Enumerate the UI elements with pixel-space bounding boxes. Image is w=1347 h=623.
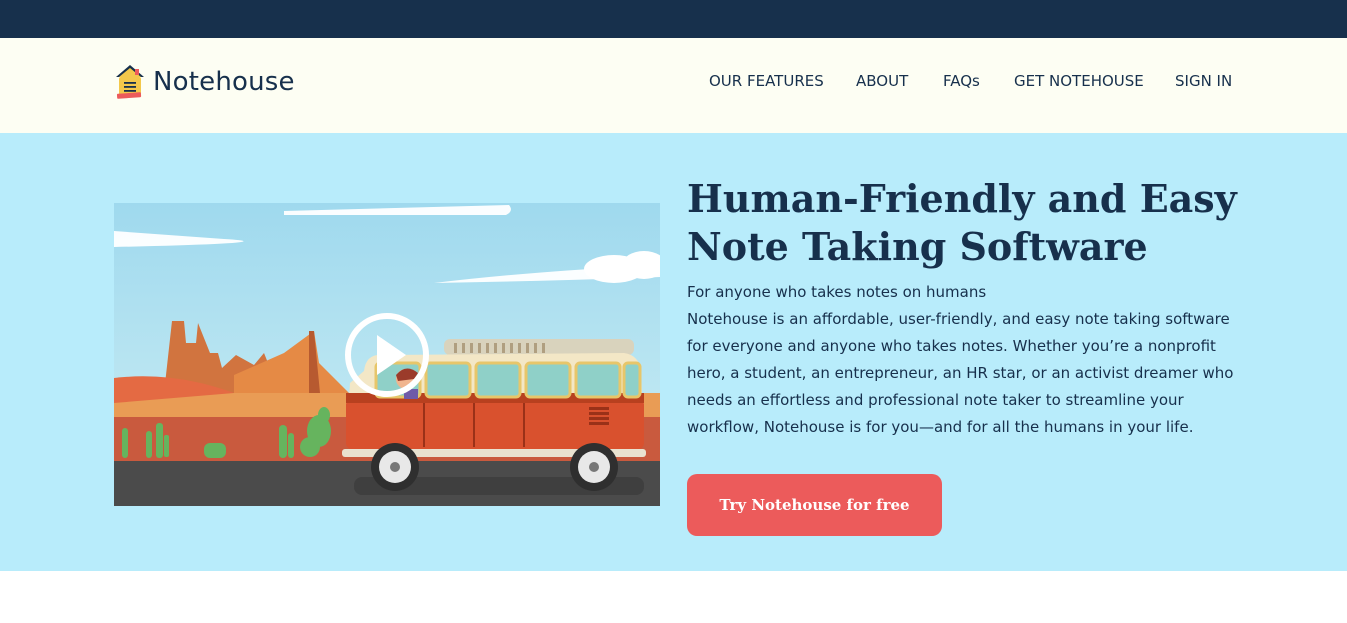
hero-video[interactable] [114,203,660,506]
hero-section: Human-Friendly and Easy Note Taking Soft… [0,133,1347,571]
hero-title: Human-Friendly and Easy Note Taking Soft… [687,176,1237,269]
nav-our-features[interactable]: OUR FEATURES [709,72,824,90]
nav-sign-in[interactable]: SIGN IN [1175,72,1232,90]
top-bar [0,0,1347,38]
nav-about[interactable]: ABOUT [856,72,908,90]
video-thumbnail-illustration [114,203,660,506]
hero-subtitle: For anyone who takes notes on humans [687,283,987,301]
navbar: Notehouse OUR FEATURES ABOUT FAQs GET NO… [0,38,1347,133]
below-hero-area [0,571,1347,623]
hero-description: Notehouse is an affordable, user-friendl… [687,310,1234,436]
try-free-button[interactable]: Try Notehouse for free [687,474,942,536]
nav-faqs[interactable]: FAQs [943,72,980,90]
nav-get-notehouse[interactable]: GET NOTEHOUSE [1014,72,1144,90]
main-nav: OUR FEATURES ABOUT FAQs GET NOTEHOUSE SI… [0,72,1347,96]
